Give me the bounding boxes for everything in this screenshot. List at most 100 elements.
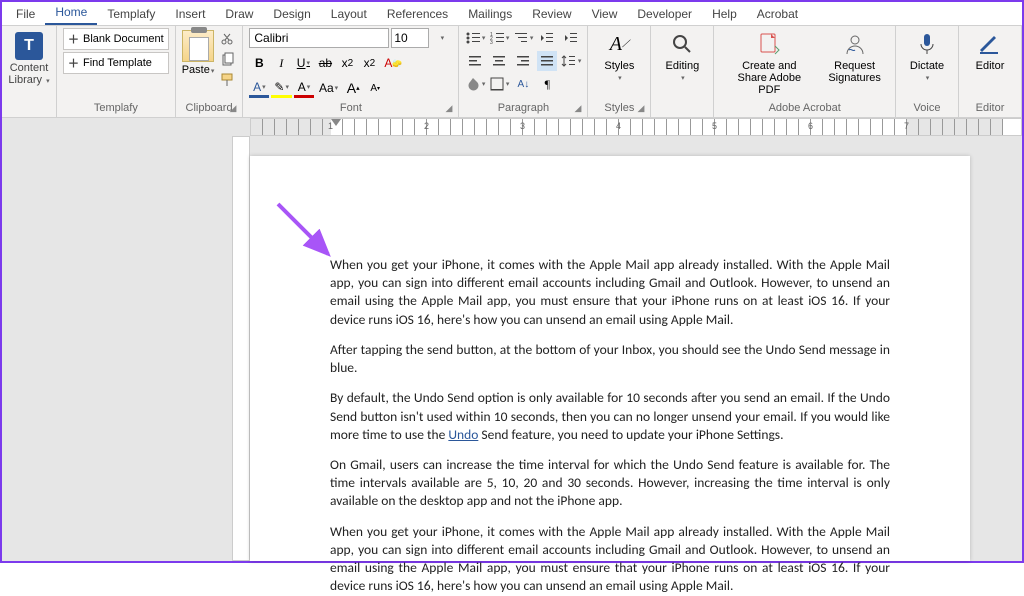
dialog-launcher-icon[interactable]: ◢ — [574, 103, 581, 114]
editing-label: Editing — [666, 60, 700, 72]
ruler-num: 2 — [424, 121, 429, 131]
bold-button[interactable]: B — [249, 53, 269, 73]
grow-font-button[interactable]: A▴ — [343, 78, 363, 98]
create-share-pdf-button[interactable]: Create and Share Adobe PDF — [720, 28, 818, 98]
paragraph-text[interactable]: After tapping the send button, at the bo… — [330, 341, 890, 377]
highlight-button[interactable]: ✎▾ — [271, 78, 292, 98]
borders-button[interactable]: ▾ — [489, 74, 509, 94]
font-color-button[interactable]: A▾ — [294, 78, 314, 98]
tab-design[interactable]: Design — [263, 3, 320, 25]
tab-templafy[interactable]: Templafy — [97, 3, 165, 25]
voice-group-label: Voice — [902, 102, 952, 116]
dialog-launcher-icon[interactable]: ◢ — [445, 103, 452, 114]
dictate-button[interactable]: Dictate ▾ — [902, 28, 952, 84]
content-library-button[interactable]: T Content Library ▾ — [4, 28, 54, 86]
multilevel-list-button[interactable]: ▾ — [513, 28, 533, 48]
paragraph-group-label: Paragraph — [498, 102, 549, 114]
tab-file[interactable]: File — [6, 3, 45, 25]
vertical-ruler[interactable] — [232, 136, 250, 561]
increase-indent-button[interactable] — [561, 28, 581, 48]
content-library-label: Content Library — [8, 62, 48, 86]
align-right-button[interactable] — [513, 51, 533, 71]
editing-button[interactable]: Editing ▾ — [657, 28, 707, 84]
paragraph-text[interactable]: By default, the Undo Send option is only… — [330, 389, 890, 444]
styles-label: Styles — [604, 60, 634, 72]
line-spacing-button[interactable]: ▾ — [561, 51, 581, 71]
editor-icon — [976, 30, 1004, 58]
blank-document-label: Blank Document — [83, 33, 164, 45]
tab-references[interactable]: References — [377, 3, 458, 25]
styles-icon: A⟋ — [605, 30, 633, 58]
tab-draw[interactable]: Draw — [215, 3, 263, 25]
dialog-launcher-icon[interactable]: ◢ — [229, 103, 236, 114]
tab-layout[interactable]: Layout — [321, 3, 377, 25]
blank-document-button[interactable]: ＋Blank Document — [63, 28, 169, 50]
chevron-down-icon: ▾ — [211, 68, 215, 75]
bullets-button[interactable]: ▾ — [465, 28, 485, 48]
ribbon: T Content Library ▾ ＋Blank Document ＋ Fin… — [2, 26, 1022, 118]
ruler-num: 7 — [904, 121, 909, 131]
tab-mailings[interactable]: Mailings — [458, 3, 522, 25]
ruler-num: 6 — [808, 121, 813, 131]
dialog-launcher-icon[interactable]: ◢ — [637, 103, 644, 114]
subscript-button[interactable]: x2 — [337, 53, 357, 73]
dictate-label: Dictate — [910, 60, 944, 72]
paragraph-text[interactable]: When you get your iPhone, it comes with … — [330, 523, 890, 596]
styles-button[interactable]: A⟋ Styles ▾ — [594, 28, 644, 84]
ruler-num: 5 — [712, 121, 717, 131]
signature-icon — [841, 30, 869, 58]
align-left-button[interactable] — [465, 51, 485, 71]
format-painter-icon[interactable] — [220, 72, 236, 88]
italic-button[interactable]: I — [271, 53, 291, 73]
paragraph-text[interactable]: When you get your iPhone, it comes with … — [330, 256, 890, 329]
ruler-area: 1 2 3 4 5 6 7 — [2, 118, 1022, 136]
superscript-button[interactable]: x2 — [359, 53, 379, 73]
paste-button[interactable]: Paste▾ — [182, 28, 215, 76]
numbering-button[interactable]: 123▾ — [489, 28, 509, 48]
align-center-button[interactable] — [489, 51, 509, 71]
decrease-indent-button[interactable] — [537, 28, 557, 48]
clipboard-icon — [182, 30, 214, 62]
undo-link[interactable]: Undo — [448, 426, 478, 443]
shading-button[interactable]: ▾ — [465, 74, 485, 94]
find-template-label: Find Template — [83, 57, 152, 69]
acrobat-group-label: Adobe Acrobat — [720, 102, 889, 116]
justify-button[interactable] — [537, 51, 557, 71]
tab-review[interactable]: Review — [522, 3, 581, 25]
shrink-font-button[interactable]: A▾ — [365, 78, 385, 98]
templafy-t-icon: T — [15, 32, 43, 60]
plus-icon: ＋ — [68, 55, 79, 71]
tab-acrobat[interactable]: Acrobat — [747, 3, 808, 25]
chevron-down-icon: ▾ — [618, 74, 622, 82]
show-marks-button[interactable]: ¶ — [537, 74, 557, 94]
document-page[interactable]: When you get your iPhone, it comes with … — [250, 156, 970, 561]
ruler-num: 3 — [520, 121, 525, 131]
font-size-select[interactable] — [391, 28, 429, 48]
request-signatures-button[interactable]: Request Signatures — [820, 28, 889, 86]
tab-home[interactable]: Home — [45, 1, 97, 25]
change-case-button[interactable]: Aa▾ — [316, 78, 341, 98]
chevron-down-icon: ▾ — [926, 74, 930, 82]
sort-button[interactable]: A↓ — [513, 74, 533, 94]
paste-label: Paste — [182, 64, 210, 76]
microphone-icon — [913, 30, 941, 58]
underline-button[interactable]: U▾ — [293, 53, 313, 73]
search-icon — [668, 30, 696, 58]
tab-developer[interactable]: Developer — [627, 3, 702, 25]
ribbon-tabs: File Home Templafy Insert Draw Design La… — [2, 2, 1022, 26]
strikethrough-button[interactable]: ab — [315, 53, 335, 73]
paragraph-text[interactable]: On Gmail, users can increase the time in… — [330, 456, 890, 511]
horizontal-ruler[interactable]: 1 2 3 4 5 6 7 — [250, 118, 1022, 136]
text-effects-button[interactable]: A▾ — [249, 78, 269, 98]
font-name-select[interactable] — [249, 28, 389, 48]
find-template-button[interactable]: ＋ Find Template — [63, 52, 169, 74]
tab-help[interactable]: Help — [702, 3, 747, 25]
chevron-down-icon: ▾ — [46, 78, 50, 85]
clear-formatting-button[interactable]: A🧽 — [381, 53, 405, 73]
copy-icon[interactable] — [220, 52, 236, 68]
tab-view[interactable]: View — [582, 3, 628, 25]
cut-icon[interactable] — [220, 32, 236, 48]
tab-insert[interactable]: Insert — [165, 3, 215, 25]
chevron-down-icon[interactable]: ▾ — [432, 28, 452, 48]
editor-button[interactable]: Editor — [965, 28, 1015, 74]
